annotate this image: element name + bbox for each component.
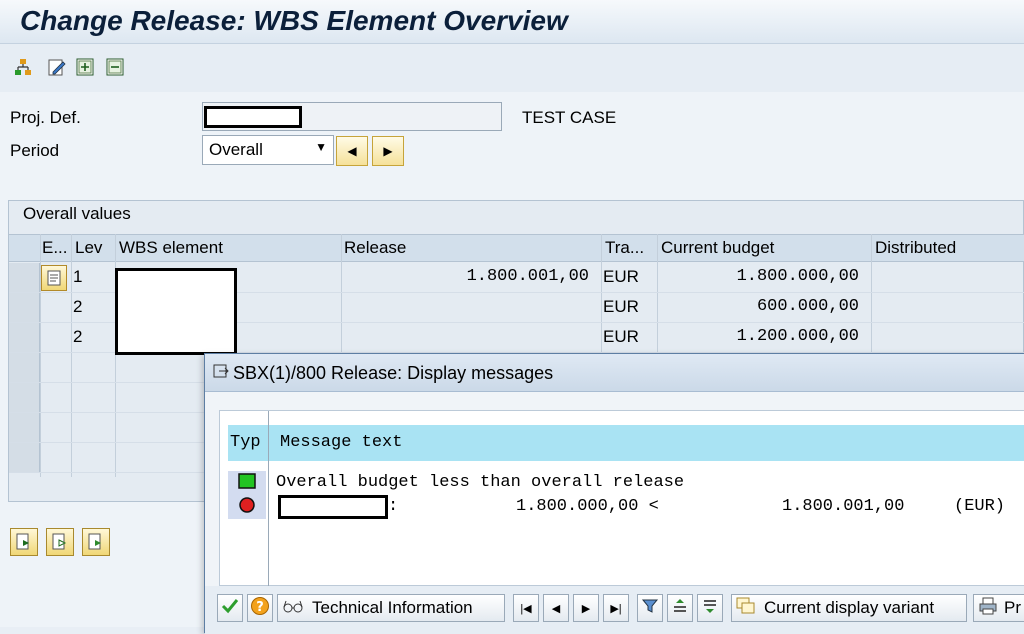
row-selector[interactable] <box>9 263 40 292</box>
period-label: Period <box>10 141 60 160</box>
row-level: 1 <box>73 267 83 286</box>
row-budget: 1.800.000,00 <box>736 267 859 286</box>
sort-ascending-icon <box>671 597 689 620</box>
collapse-icon[interactable] <box>104 56 126 78</box>
message-colon: : <box>388 497 399 516</box>
status-green-icon <box>238 472 256 494</box>
row-currency: EUR <box>603 267 639 286</box>
application-toolbar <box>0 44 1024 92</box>
col-header-message[interactable]: Message text <box>280 433 402 452</box>
layout-icon <box>736 597 756 620</box>
col-header-exception[interactable]: E... <box>42 238 68 258</box>
help-icon: ? <box>250 596 270 621</box>
print-button[interactable]: Pr <box>973 594 1024 622</box>
message-object-redacted <box>278 495 388 519</box>
document-icon[interactable] <box>41 265 67 291</box>
col-header-wbs[interactable]: WBS element <box>119 238 223 258</box>
page-title: Change Release: WBS Element Overview <box>20 5 568 36</box>
row-selector[interactable] <box>9 293 40 322</box>
hierarchy-icon[interactable] <box>12 56 34 78</box>
filter-button[interactable] <box>637 594 663 622</box>
help-button[interactable]: ? <box>247 594 273 622</box>
expand-icon[interactable] <box>74 56 96 78</box>
chevron-down-icon: ▼ <box>315 140 327 154</box>
row-currency: EUR <box>603 327 639 346</box>
message-currency: (EUR) <box>954 497 1006 516</box>
col-header-budget[interactable]: Current budget <box>661 238 774 258</box>
dialog-title: SBX(1)/800 Release: Display messages <box>233 363 554 383</box>
message-budget: 1.800.000,00 < <box>516 497 659 516</box>
sort-ascending-button[interactable] <box>667 594 693 622</box>
sort-descending-button[interactable] <box>697 594 723 622</box>
previous-page-button[interactable]: ◀ <box>543 594 569 622</box>
col-header-distributed[interactable]: Distributed <box>875 238 956 258</box>
next-period-button[interactable]: ▶ <box>372 136 404 166</box>
deselect-all-button[interactable] <box>82 528 110 556</box>
row-currency: EUR <box>603 297 639 316</box>
messages-dialog: SBX(1)/800 Release: Display messages Typ… <box>204 353 1024 634</box>
arrow-right-icon: ▶ <box>383 144 393 158</box>
col-header-currency[interactable]: Tra... <box>605 238 644 258</box>
row-selector[interactable] <box>9 443 40 472</box>
first-page-icon: |◀ <box>520 602 532 615</box>
row-level: 2 <box>73 297 83 316</box>
overall-values-title: Overall values <box>23 204 131 223</box>
title-bar: Change Release: WBS Element Overview <box>0 0 1024 44</box>
print-label: Pr <box>1004 598 1021 617</box>
prev-period-button[interactable]: ◀ <box>336 136 368 166</box>
period-select[interactable]: Overall ▼ <box>202 135 334 165</box>
next-page-button[interactable]: ▶ <box>573 594 599 622</box>
col-header-level[interactable]: Lev <box>75 238 102 258</box>
row-selector[interactable] <box>9 323 40 352</box>
filter-icon <box>641 597 659 620</box>
svg-text:?: ? <box>256 600 264 615</box>
printer-icon <box>978 597 998 620</box>
technical-information-button[interactable]: Technical Information <box>277 594 505 622</box>
select-block-button[interactable] <box>46 528 74 556</box>
row-budget: 600.000,00 <box>756 297 859 316</box>
last-page-button[interactable]: ▶| <box>603 594 629 622</box>
arrow-left-icon: ◀ <box>551 602 561 615</box>
message-list-header: Typ Message text <box>228 425 1024 461</box>
dialog-title-bar[interactable]: SBX(1)/800 Release: Display messages <box>205 354 1024 392</box>
arrow-right-icon: ▶ <box>581 602 591 615</box>
row-release: 1.800.001,00 <box>466 267 589 286</box>
proj-desc: TEST CASE <box>522 108 617 127</box>
period-value: Overall <box>209 140 263 159</box>
row-level: 2 <box>73 327 83 346</box>
row-selector[interactable] <box>9 383 40 412</box>
current-display-variant-label: Current display variant <box>764 598 935 617</box>
technical-information-label: Technical Information <box>312 598 473 617</box>
current-display-variant-button[interactable]: Current display variant <box>731 594 967 622</box>
row-budget: 1.200.000,00 <box>736 327 859 346</box>
proj-def-label: Proj. Def. <box>10 108 81 127</box>
message-list: Typ Message text Overall budget less tha… <box>219 410 1024 587</box>
col-divider <box>268 411 269 587</box>
col-header-release[interactable]: Release <box>344 238 406 258</box>
message-release: 1.800.001,00 <box>782 497 905 516</box>
message-line-1: Overall budget less than overall release <box>276 473 685 492</box>
message-type-cell <box>228 495 266 519</box>
first-page-button[interactable]: |◀ <box>513 594 539 622</box>
col-header-type[interactable]: Typ <box>230 433 261 452</box>
sort-descending-icon <box>701 597 719 620</box>
wbs-redacted <box>115 268 237 355</box>
glasses-icon <box>282 598 304 619</box>
status-red-icon <box>238 496 256 519</box>
proj-def-redacted <box>204 106 302 128</box>
confirm-button[interactable] <box>217 594 243 622</box>
last-page-icon: ▶| <box>610 602 622 615</box>
row-selector[interactable] <box>9 353 40 382</box>
edit-icon[interactable] <box>46 56 68 78</box>
window-icon <box>213 363 229 384</box>
arrow-left-icon: ◀ <box>347 144 357 158</box>
row-selector[interactable] <box>9 413 40 442</box>
message-type-cell <box>228 471 266 495</box>
checkmark-icon <box>221 597 239 620</box>
select-all-button[interactable] <box>10 528 38 556</box>
